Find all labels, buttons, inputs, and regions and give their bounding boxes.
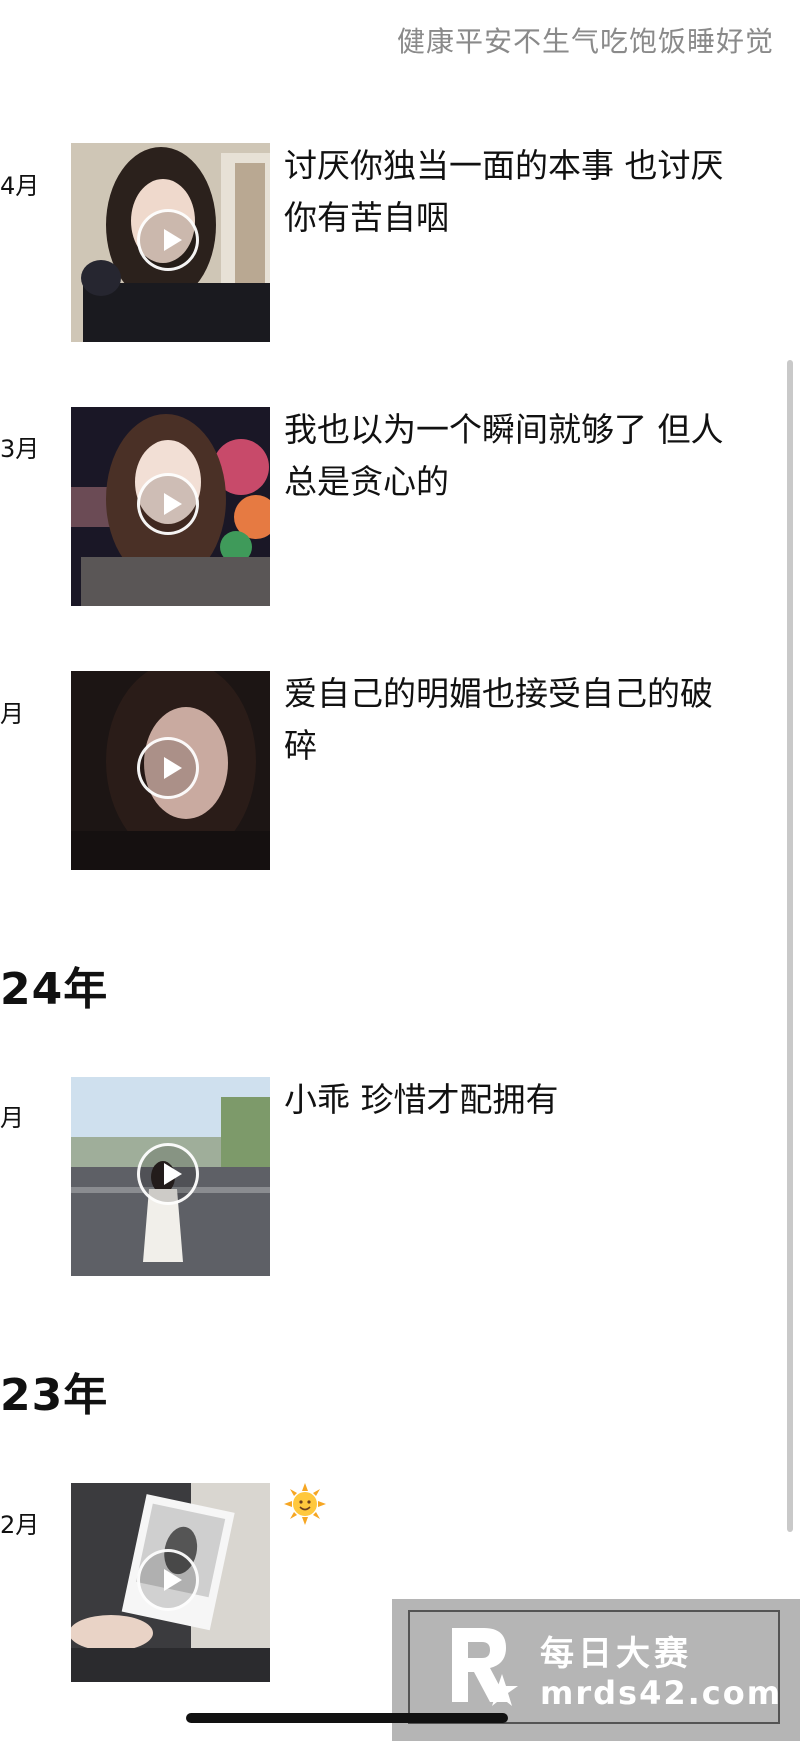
post-month-label: 月 xyxy=(0,700,24,728)
play-icon xyxy=(137,1549,199,1611)
watermark-title: 每日大赛 xyxy=(540,1634,692,1674)
watermark-frame: 每日大赛 mrds42.com xyxy=(408,1610,780,1724)
year-heading: 24年 xyxy=(0,964,109,1015)
video-thumbnail[interactable] xyxy=(71,671,270,870)
video-thumbnail[interactable] xyxy=(71,143,270,342)
play-icon xyxy=(137,737,199,799)
home-indicator[interactable] xyxy=(186,1713,508,1723)
video-thumbnail[interactable] xyxy=(71,1483,270,1682)
watermark-site: mrds42.com xyxy=(540,1674,783,1712)
post-caption[interactable]: 爱自己的明媚也接受自己的破碎 xyxy=(284,668,724,772)
watermark-logo-icon xyxy=(452,1628,518,1706)
video-thumbnail[interactable] xyxy=(71,1077,270,1276)
play-icon xyxy=(137,473,199,535)
video-thumbnail[interactable] xyxy=(71,407,270,606)
post-month-label: 3月 xyxy=(0,435,40,463)
sun-face-emoji-icon xyxy=(284,1483,326,1525)
play-icon xyxy=(137,1143,199,1205)
post-caption[interactable]: 小乖 珍惜才配拥有 xyxy=(284,1074,724,1126)
post-month-label: 月 xyxy=(0,1104,24,1132)
year-heading: 23年 xyxy=(0,1370,109,1421)
post-month-label: 2月 xyxy=(0,1511,40,1539)
scrollbar[interactable] xyxy=(787,360,793,1532)
post-caption[interactable]: 讨厌你独当一面的本事 也讨厌你有苦自咽 xyxy=(284,140,724,244)
signature-text: 健康平安不生气吃饱饭睡好觉 xyxy=(396,25,774,58)
play-icon xyxy=(137,209,199,271)
post-caption[interactable]: 我也以为一个瞬间就够了 但人总是贪心的 xyxy=(284,404,724,508)
post-month-label: 4月 xyxy=(0,172,40,200)
